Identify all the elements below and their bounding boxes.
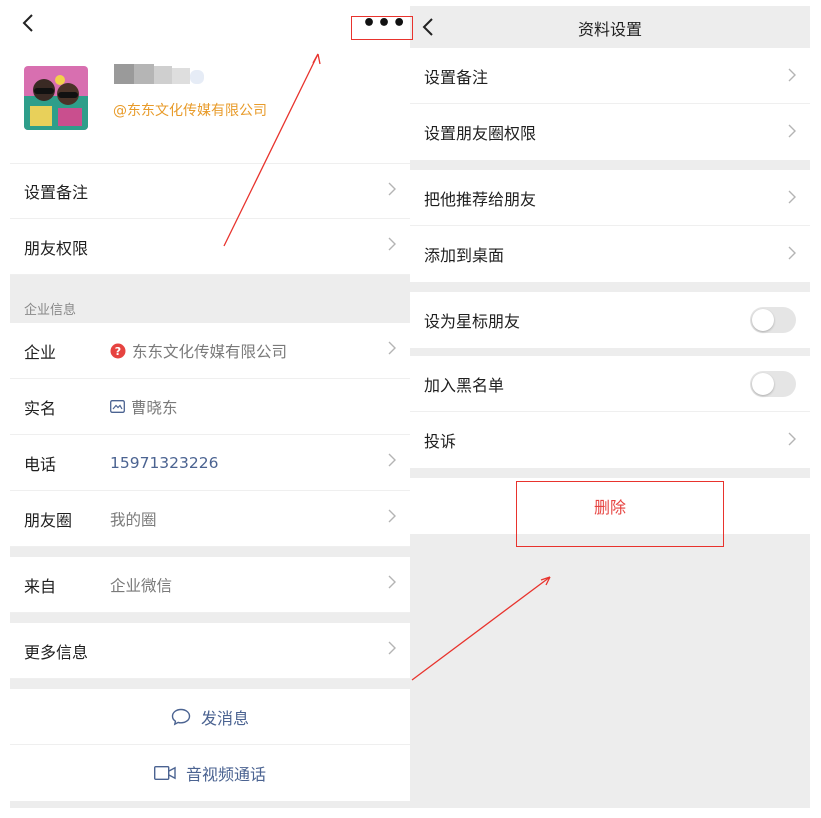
- row-label: 更多信息: [24, 642, 89, 662]
- row-label: 设为星标朋友: [424, 312, 521, 331]
- chevron-right-icon: [788, 190, 796, 204]
- settings-top-bar: 资料设置: [410, 6, 810, 48]
- profile-top-bar: •••: [10, 0, 410, 50]
- video-call-label: 音视频通话: [185, 765, 266, 784]
- star-friend-toggle[interactable]: [750, 307, 796, 333]
- chevron-right-icon: [788, 68, 796, 82]
- row-label: 投诉: [424, 432, 457, 451]
- chevron-right-icon: [388, 509, 396, 523]
- chevron-left-icon: [22, 14, 33, 32]
- row-moments-permission[interactable]: 设置朋友圈权限: [410, 104, 810, 160]
- page-title: 资料设置: [577, 20, 642, 39]
- profile-settings-panel: 资料设置 设置备注 设置朋友圈权限 把他推荐给朋友 添加到桌面 设为星标朋友 加…: [410, 6, 810, 808]
- real-name: 曹晓东: [131, 398, 178, 417]
- video-camera-icon: [153, 766, 176, 780]
- profile-header: @东东文化传媒有限公司: [10, 50, 410, 163]
- section-title: 企业信息: [24, 303, 77, 318]
- chevron-right-icon: [388, 575, 396, 589]
- chevron-right-icon: [388, 182, 396, 196]
- id-card-icon: [110, 400, 125, 413]
- chevron-right-icon: [388, 341, 396, 355]
- row-value: 企业微信: [110, 576, 173, 595]
- row-set-remark[interactable]: 设置备注: [410, 48, 810, 104]
- row-value: 我的圈: [110, 510, 157, 529]
- divider: [10, 679, 410, 689]
- row-label: 电话: [24, 454, 57, 474]
- row-friend-permission[interactable]: 朋友权限: [10, 219, 410, 275]
- annotation-box-more: [351, 16, 413, 40]
- chevron-right-icon: [388, 453, 396, 467]
- row-label: 把他推荐给朋友: [424, 189, 537, 209]
- row-label: 添加到桌面: [424, 246, 505, 265]
- blurred-name: [114, 62, 208, 86]
- blacklist-toggle[interactable]: [750, 371, 796, 397]
- row-phone[interactable]: 电话 15971323226: [10, 435, 410, 491]
- row-star-friend: 设为星标朋友: [410, 292, 810, 348]
- row-moments[interactable]: 朋友圈 我的圈: [10, 491, 410, 547]
- chat-bubble-icon: [171, 708, 191, 726]
- chevron-right-icon: [388, 641, 396, 655]
- toggle-knob: [752, 373, 774, 395]
- divider: [10, 547, 410, 557]
- row-label: 设置备注: [24, 183, 89, 202]
- bottom-gap: [10, 801, 410, 808]
- row-company[interactable]: 企业 ? 东东文化传媒有限公司: [10, 323, 410, 379]
- row-label: 来自: [24, 576, 57, 596]
- row-label: 朋友圈: [24, 510, 73, 530]
- row-source[interactable]: 来自 企业微信: [10, 557, 410, 613]
- chevron-right-icon: [788, 124, 796, 138]
- svg-text:?: ?: [115, 345, 121, 358]
- row-more-info[interactable]: 更多信息: [10, 623, 410, 679]
- chevron-right-icon: [788, 246, 796, 260]
- row-label: 企业: [24, 342, 57, 362]
- chevron-right-icon: [788, 432, 796, 446]
- video-call-button[interactable]: 音视频通话: [10, 745, 410, 801]
- row-value: ? 东东文化传媒有限公司: [110, 340, 287, 362]
- row-real-name: 实名 曹晓东: [10, 379, 410, 435]
- annotation-box-delete: [516, 481, 724, 547]
- contact-profile-panel: ••• @东东文化传媒有限公司 设置备注 朋友权限 企业信息 企业 ? 东东文化…: [10, 0, 410, 808]
- company-name: 东东文化传媒有限公司: [132, 342, 288, 361]
- chevron-right-icon: [388, 237, 396, 251]
- row-label: 实名: [24, 398, 57, 418]
- phone-number[interactable]: 15971323226: [110, 454, 218, 472]
- avatar[interactable]: [24, 66, 88, 130]
- avatar-image: [24, 66, 88, 130]
- row-recommend-friend[interactable]: 把他推荐给朋友: [410, 170, 810, 226]
- row-report[interactable]: 投诉: [410, 412, 810, 468]
- company-tag: @东东文化传媒有限公司: [113, 103, 267, 119]
- send-message-label: 发消息: [200, 708, 249, 728]
- row-label: 设置备注: [424, 67, 489, 87]
- send-message-button[interactable]: 发消息: [10, 689, 410, 745]
- question-badge-icon: ?: [110, 343, 126, 358]
- divider: [10, 613, 410, 623]
- row-add-to-desktop[interactable]: 添加到桌面: [410, 226, 810, 282]
- row-value: 曹晓东: [110, 396, 178, 418]
- row-label: 朋友权限: [24, 238, 89, 258]
- row-set-remark[interactable]: 设置备注: [10, 163, 410, 219]
- row-blacklist: 加入黑名单: [410, 356, 810, 412]
- back-button[interactable]: [22, 12, 34, 38]
- row-label: 设置朋友圈权限: [424, 124, 537, 143]
- toggle-knob: [752, 309, 774, 331]
- row-label: 加入黑名单: [424, 375, 505, 395]
